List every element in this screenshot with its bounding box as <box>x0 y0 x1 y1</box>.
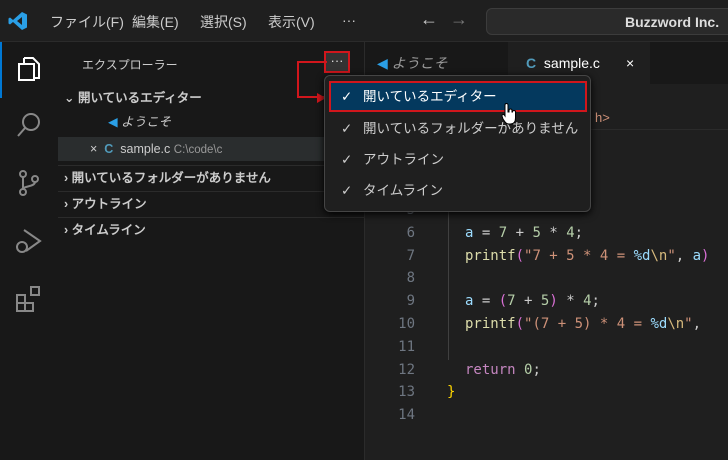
menu-more[interactable]: ··· <box>342 12 356 28</box>
menu-selection[interactable]: 選択(S) <box>200 12 247 32</box>
views-context-menu: ✓ 開いているエディター ✓ 開いているフォルダーがありません ✓ アウトライン ✓ タ… <box>324 75 591 212</box>
chevron-right-icon: › <box>64 197 69 211</box>
menu-item-timeline[interactable]: ✓ タイムライン <box>329 175 587 206</box>
code-line: a = 7 + 5 * 4; <box>465 224 584 241</box>
close-icon[interactable]: × <box>90 142 97 156</box>
title-bar: ファイル(F) 編集(E) 選択(S) 表示(V) ··· ← → Buzzwo… <box>0 0 728 42</box>
check-icon: ✓ <box>341 89 353 104</box>
line-number: 9 <box>406 293 415 310</box>
vscode-logo-icon: ◀ <box>377 55 388 71</box>
explorer-icon[interactable] <box>14 54 44 84</box>
line-number: 14 <box>398 407 415 424</box>
code-line: return 0; <box>465 361 541 378</box>
source-control-icon[interactable] <box>14 168 44 198</box>
command-center-search[interactable]: Buzzword Inc. <box>486 8 728 35</box>
menu-item-outline[interactable]: ✓ アウトライン <box>329 144 587 175</box>
c-file-icon: C <box>104 142 114 156</box>
indent-guide <box>448 212 449 360</box>
activity-bar <box>0 42 58 460</box>
check-icon: ✓ <box>341 121 353 136</box>
back-button[interactable]: ← <box>420 9 438 30</box>
forward-button[interactable]: → <box>450 9 468 30</box>
chevron-right-icon: › <box>64 171 69 185</box>
line-number: 10 <box>398 316 415 332</box>
views-more-button[interactable]: ··· <box>324 51 350 73</box>
explorer-sidebar: エクスプローラー ··· ⌄ 開いているエディター ◀ ようこそ × C sam… <box>58 42 365 460</box>
chevron-down-icon: ⌄ <box>64 91 75 105</box>
explorer-title: エクスプローラー <box>82 58 178 72</box>
section-outline[interactable]: › アウトライン <box>58 191 364 215</box>
menu-edit[interactable]: 編集(E) <box>132 12 179 32</box>
open-editor-item[interactable]: × C sample.c C:\code\c <box>58 137 364 161</box>
section-timeline[interactable]: › タイムライン <box>58 217 364 241</box>
close-icon[interactable]: × <box>626 42 634 84</box>
search-icon[interactable] <box>14 110 44 140</box>
check-icon: ✓ <box>341 183 353 198</box>
menu-view[interactable]: 表示(V) <box>268 12 315 32</box>
vscode-logo-icon: ◀ <box>108 115 118 129</box>
line-number: 8 <box>406 270 415 287</box>
check-icon: ✓ <box>341 152 353 167</box>
code-line: } <box>447 384 456 401</box>
code-line: printf("(7 + 5) * 4 = %d\n", <box>465 316 702 332</box>
line-number: 11 <box>398 338 415 355</box>
code-line: printf("7 + 5 * 4 = %d\n", a) <box>465 247 710 264</box>
c-file-icon: C <box>526 55 537 71</box>
line-number: 12 <box>398 361 415 378</box>
hand-cursor-icon <box>501 103 516 125</box>
chevron-right-icon: › <box>64 223 69 237</box>
menu-file[interactable]: ファイル(F) <box>50 12 124 32</box>
line-number: 6 <box>406 224 415 241</box>
section-folders[interactable]: › 開いているフォルダーがありません <box>58 165 364 189</box>
code-line: a = (7 + 5) * 4; <box>465 293 600 310</box>
open-editor-item[interactable]: ◀ ようこそ <box>58 110 364 134</box>
vscode-logo-icon <box>8 12 27 30</box>
menu-item-folders[interactable]: ✓ 開いているフォルダーがありません <box>329 113 587 144</box>
line-number: 7 <box>406 247 415 264</box>
line-number: 13 <box>398 384 415 401</box>
extensions-icon[interactable] <box>14 284 44 314</box>
menu-item-open-editors[interactable]: ✓ 開いているエディター <box>329 81 587 112</box>
run-debug-icon[interactable] <box>14 226 44 256</box>
